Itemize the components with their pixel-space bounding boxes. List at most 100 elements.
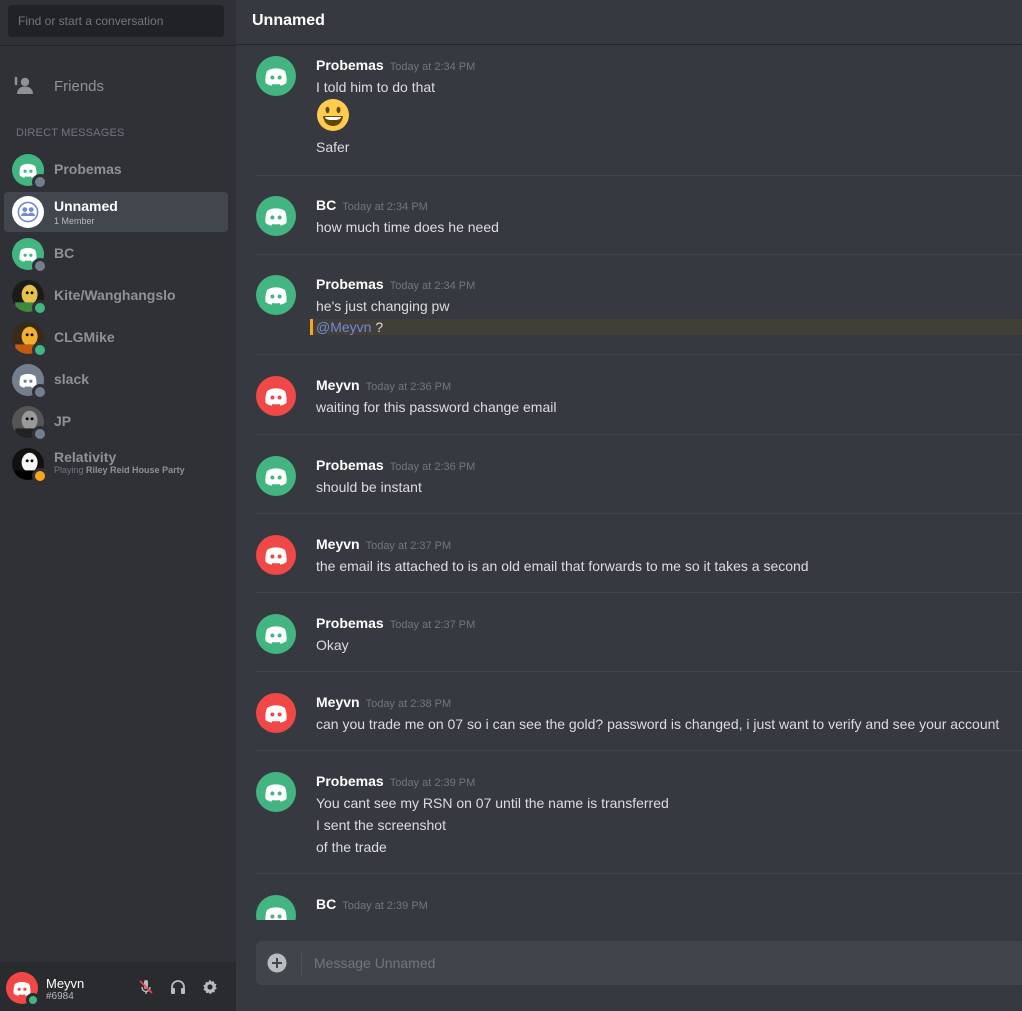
message-author[interactable]: Probemas Today at 2:34 PM bbox=[316, 276, 475, 292]
author-name[interactable]: Meyvn bbox=[316, 694, 360, 710]
friends-label: Friends bbox=[54, 78, 105, 95]
message-author[interactable]: Meyvn Today at 2:36 PM bbox=[316, 377, 451, 393]
discord-app: Friends DIRECT MESSAGES Probemas Unnamed 1… bbox=[0, 0, 1022, 1011]
dm-name: CLGMike bbox=[54, 329, 115, 345]
mute-mic-icon[interactable] bbox=[137, 978, 155, 996]
message-text: how much time does he need bbox=[316, 219, 499, 235]
author-name[interactable]: Probemas bbox=[316, 457, 384, 473]
message-divider bbox=[256, 175, 1022, 176]
dm-member-count: 1 Member bbox=[54, 216, 95, 226]
message-author[interactable]: Probemas Today at 2:34 PM bbox=[316, 57, 475, 73]
message-timestamp: Today at 2:39 PM bbox=[389, 777, 476, 789]
message-text: the email its attached to is an old emai… bbox=[316, 558, 809, 574]
upload-plus-icon[interactable] bbox=[267, 953, 287, 973]
user-name: Meyvn bbox=[46, 976, 85, 991]
message-author[interactable]: Meyvn Today at 2:38 PM bbox=[316, 694, 451, 710]
author-avatar[interactable] bbox=[256, 772, 296, 812]
message-text: I sent the screenshot bbox=[316, 817, 446, 833]
author-avatar[interactable] bbox=[256, 693, 296, 733]
dm-item[interactable]: slack bbox=[4, 360, 228, 400]
channel-title: Unnamed bbox=[252, 12, 325, 29]
message-author[interactable]: Probemas Today at 2:39 PM bbox=[316, 773, 475, 789]
friends-nav-item[interactable]: Friends bbox=[0, 70, 236, 102]
activity-game: Riley Reid House Party bbox=[86, 465, 185, 475]
author-avatar[interactable] bbox=[256, 56, 296, 96]
message-text: Okay bbox=[316, 637, 349, 653]
message-text: should be instant bbox=[316, 479, 422, 495]
dm-item[interactable]: Probemas bbox=[4, 150, 228, 190]
user-mention[interactable]: @Meyvn bbox=[316, 319, 371, 335]
author-avatar[interactable] bbox=[256, 196, 296, 236]
status-indicator bbox=[32, 300, 48, 316]
message-list[interactable]: Probemas Today at 2:34 PM I told him to do… bbox=[236, 46, 1022, 920]
message-timestamp: Today at 2:34 PM bbox=[342, 201, 428, 213]
dm-name: Relativity bbox=[54, 449, 117, 465]
status-indicator bbox=[32, 384, 48, 400]
dm-item[interactable]: Unnamed 1 Member bbox=[4, 192, 228, 232]
user-tag: #6984 bbox=[46, 991, 74, 1002]
author-name[interactable]: Probemas bbox=[316, 276, 384, 292]
dm-name: Kite/Wanghangslo bbox=[54, 287, 176, 303]
message-group: Probemas Today at 2:34 PM I told him to do… bbox=[236, 54, 1022, 174]
user-panel: Meyvn #6984 bbox=[0, 962, 236, 1011]
author-name[interactable]: Meyvn bbox=[316, 377, 360, 393]
message-timestamp: Today at 2:34 PM bbox=[389, 280, 476, 292]
message-timestamp: Today at 2:39 PM bbox=[342, 900, 428, 912]
status-indicator bbox=[32, 258, 48, 274]
smiley-emoji bbox=[316, 98, 350, 132]
author-avatar[interactable] bbox=[256, 614, 296, 654]
user-status-online bbox=[26, 993, 40, 1007]
message-timestamp: Today at 2:36 PM bbox=[389, 461, 476, 473]
message-timestamp: Today at 2:36 PM bbox=[365, 381, 452, 393]
message-group: BC Today at 2:39 PM bbox=[236, 893, 1022, 920]
mention-suffix: ? bbox=[371, 319, 384, 335]
message-author[interactable]: BC Today at 2:39 PM bbox=[316, 896, 428, 912]
message-text: can you trade me on 07 so i can see the … bbox=[316, 716, 1000, 732]
author-name[interactable]: Probemas bbox=[316, 57, 384, 73]
dm-item[interactable]: BC bbox=[4, 234, 228, 274]
message-author[interactable]: Probemas Today at 2:36 PM bbox=[316, 457, 475, 473]
message-text: I told him to do that bbox=[316, 79, 436, 95]
dm-item[interactable]: Kite/Wanghangslo bbox=[4, 276, 228, 316]
activity-prefix: Playing bbox=[54, 465, 84, 475]
mention-highlight bbox=[310, 319, 1022, 335]
friends-icon bbox=[14, 76, 36, 96]
mention-line: @Meyvn ? bbox=[316, 319, 383, 335]
message-input[interactable] bbox=[314, 941, 994, 985]
dm-item[interactable]: CLGMike bbox=[4, 318, 228, 358]
message-timestamp: Today at 2:37 PM bbox=[365, 540, 452, 552]
message-author[interactable]: Probemas Today at 2:37 PM bbox=[316, 615, 475, 631]
message-author[interactable]: BC Today at 2:34 PM bbox=[316, 197, 428, 213]
author-avatar[interactable] bbox=[256, 456, 296, 496]
search-input[interactable] bbox=[8, 5, 224, 37]
dm-name: Unnamed bbox=[54, 198, 118, 214]
author-avatar[interactable] bbox=[256, 275, 296, 315]
author-name[interactable]: Meyvn bbox=[316, 536, 360, 552]
dm-avatar bbox=[12, 196, 44, 228]
dm-item[interactable]: Relativity Playing Riley Reid House Party bbox=[4, 444, 228, 484]
headphones-icon[interactable] bbox=[169, 978, 187, 996]
message-timestamp: Today at 2:37 PM bbox=[389, 619, 476, 631]
search-box[interactable] bbox=[8, 5, 224, 37]
dm-name: JP bbox=[54, 413, 72, 429]
author-name[interactable]: BC bbox=[316, 197, 336, 213]
settings-gear-icon[interactable] bbox=[201, 978, 219, 996]
message-text: You cant see my RSN on 07 until the name… bbox=[316, 795, 669, 811]
dm-name: BC bbox=[54, 245, 75, 261]
message-composer[interactable] bbox=[256, 941, 1022, 985]
dm-activity: Playing Riley Reid House Party bbox=[54, 465, 185, 475]
author-avatar[interactable] bbox=[256, 376, 296, 416]
dm-item[interactable]: JP bbox=[4, 402, 228, 442]
message-text: he's just changing pw bbox=[316, 298, 450, 314]
composer-divider bbox=[301, 951, 302, 975]
dm-name: slack bbox=[54, 371, 90, 387]
author-avatar[interactable] bbox=[256, 535, 296, 575]
chat-main: Unnamed Probemas Today at 2:34 PM I told h… bbox=[236, 0, 1022, 1011]
author-avatar[interactable] bbox=[256, 895, 296, 920]
message-text: of the trade bbox=[316, 839, 387, 855]
message-timestamp: Today at 2:34 PM bbox=[389, 61, 476, 73]
author-name[interactable]: Probemas bbox=[316, 615, 384, 631]
author-name[interactable]: Probemas bbox=[316, 773, 384, 789]
author-name[interactable]: BC bbox=[316, 896, 336, 912]
message-author[interactable]: Meyvn Today at 2:37 PM bbox=[316, 536, 451, 552]
